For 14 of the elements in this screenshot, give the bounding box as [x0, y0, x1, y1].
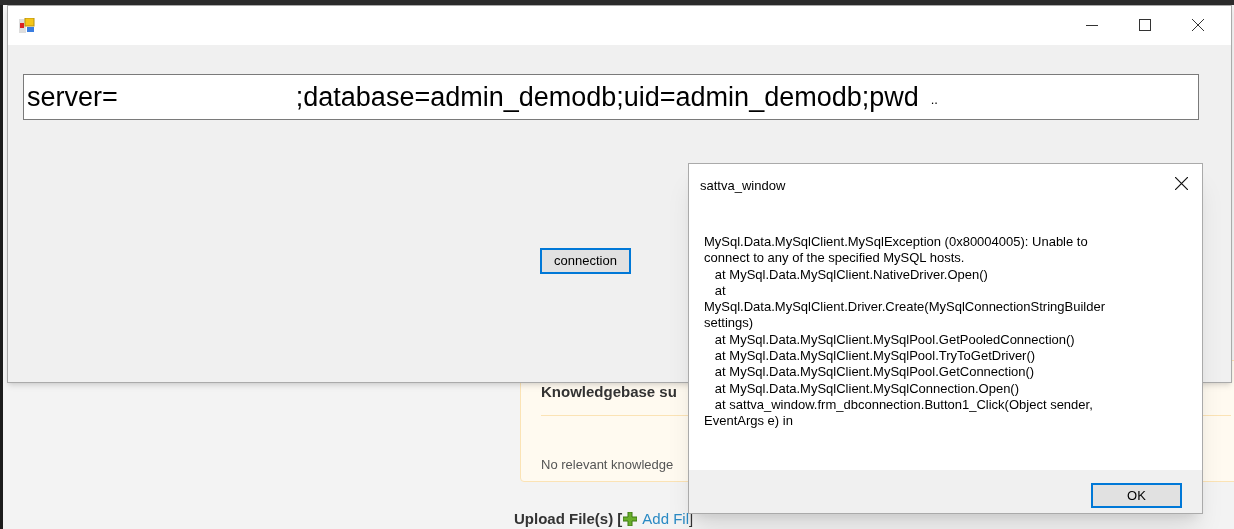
app-icon [19, 17, 35, 34]
empty-message: No relevant knowledge [541, 456, 674, 474]
error-message: MySql.Data.MySqlClient.MySqlException (0x80004005): Unable to connect to any of the specified MySQL hosts. at MySql.Data.MySqlClient.NativeDriver.Open() at MySql.Data.MySqlClient.Driver.Create(MySqlConnectionStringBuilder settings) at MySql.Data.MySqlClient.MySqlPool.GetPooledConnection() at MySql.Data.MySqlClient.MySqlPool.TryToGetDriver() at MySql.Data.MySqlClient.MySqlPool.GetConnection() at MySql.Data.MySqlClient.MySqlConnection.Open() at sattva_window.frm_dbconnection.Button1_Click(Object sender, EventArgs e) in [704, 234, 1106, 430]
maximize-icon[interactable] [1139, 19, 1151, 31]
minimize-icon[interactable] [1086, 25, 1098, 27]
connection-button[interactable]: connection [540, 248, 631, 274]
connection-string-field[interactable]: server= ;database=admin_demodb;uid=admin_demodb;pwd .. [23, 74, 1199, 120]
plus-icon [623, 512, 638, 527]
close-icon[interactable] [1175, 177, 1188, 190]
ok-button[interactable]: OK [1091, 483, 1182, 508]
card-heading: Knowledgebase su [541, 382, 677, 402]
dialog-title: sattva_window [700, 177, 786, 195]
upload-label: Upload File(s) [ [514, 509, 623, 529]
close-icon[interactable] [1192, 19, 1204, 31]
